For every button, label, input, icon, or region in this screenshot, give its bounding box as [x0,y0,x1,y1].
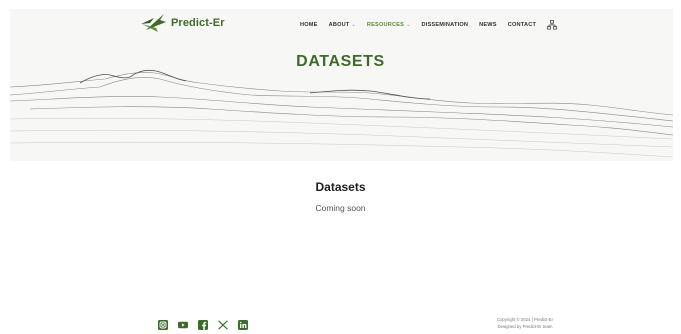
page-title: DATASETS [296,53,385,70]
site-logo[interactable]: Predict-Er [140,10,225,36]
sitemap-icon[interactable] [547,20,557,30]
nav-about-label: ABOUT [328,22,350,28]
social-links [158,320,248,330]
chevron-down-icon: ⌄ [351,22,356,28]
facebook-icon[interactable] [198,320,208,330]
main-navigation: HOME ABOUT ⌄ RESOURCES ⌄ DISSEMINATION N… [300,17,557,33]
nav-dissemination[interactable]: DISSEMINATION [422,22,469,28]
linkedin-icon[interactable] [238,320,248,330]
nav-home[interactable]: HOME [300,22,318,28]
youtube-icon[interactable] [178,320,188,330]
nav-resources[interactable]: RESOURCES ⌄ [367,22,411,28]
logo-text: Predict-Er [171,17,225,29]
copyright-text: Copyright © 2024 | Predict-Er [496,317,554,322]
x-icon[interactable] [218,320,228,330]
content-title: Datasets [315,180,366,194]
nav-news[interactable]: NEWS [479,22,497,28]
content-subtitle: Coming soon [315,203,366,213]
instagram-icon[interactable] [158,320,168,330]
designed-by-text: Designed by Predict-Er team [497,324,553,329]
nav-contact[interactable]: CONTACT [508,22,536,28]
logo-arrow-icon [141,14,166,32]
nav-about[interactable]: ABOUT ⌄ [329,22,356,28]
footer-copyright: Copyright © 2024 | Predict-Er Designed b… [450,316,600,330]
chevron-down-icon: ⌄ [406,22,411,28]
nav-resources-label: RESOURCES [366,22,405,28]
